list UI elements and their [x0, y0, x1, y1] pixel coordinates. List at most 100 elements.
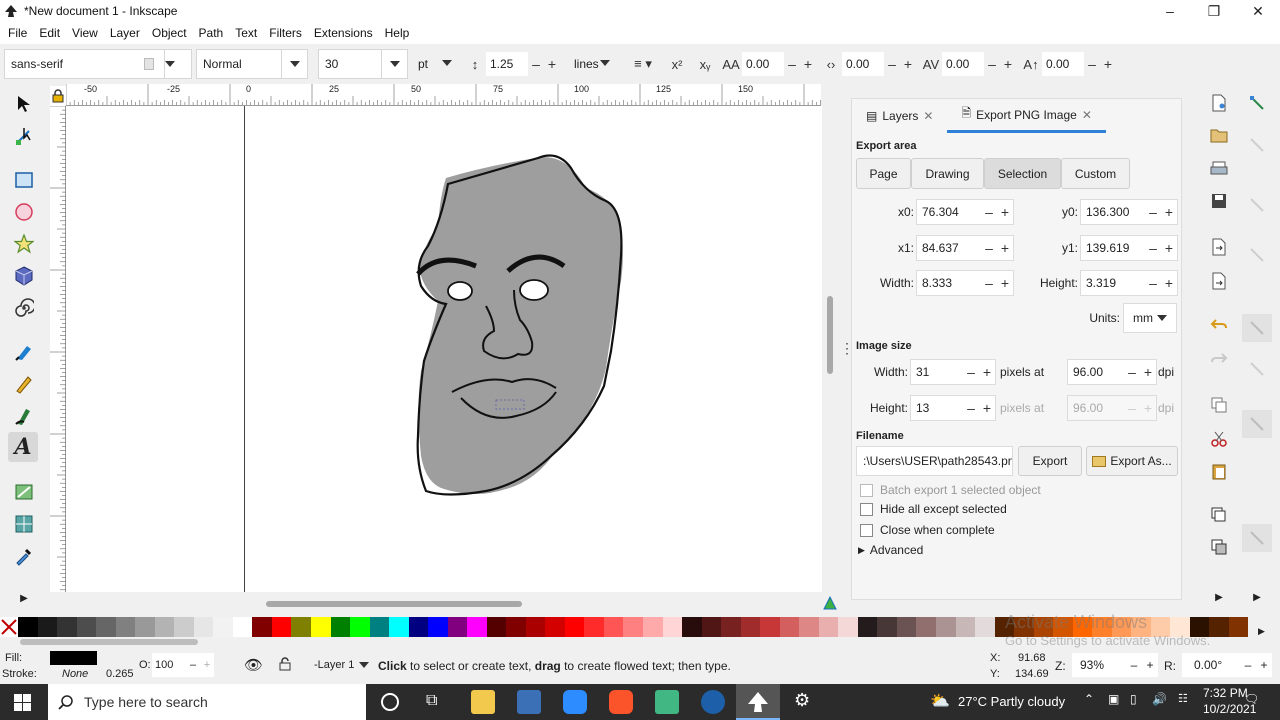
color-swatch[interactable]	[545, 617, 565, 637]
minimize-button[interactable]: –	[1148, 0, 1192, 22]
menu-path[interactable]: Path	[193, 26, 230, 40]
menu-file[interactable]: File	[2, 26, 33, 40]
color-swatch[interactable]	[408, 617, 429, 637]
line-spacing-spin[interactable]: 1.25 – +	[486, 49, 560, 79]
increment-button[interactable]: +	[1000, 56, 1016, 72]
decrement-button[interactable]: –	[1145, 275, 1161, 291]
close-window-button[interactable]: ✕	[1236, 0, 1280, 22]
image-width-value[interactable]: 31	[911, 365, 963, 379]
increment-button[interactable]: +	[200, 659, 214, 671]
cut-icon[interactable]	[1208, 428, 1230, 450]
ime-icon[interactable]: ☷	[1178, 692, 1188, 705]
export-as-button[interactable]: Export As...	[1086, 446, 1178, 476]
color-swatch[interactable]	[838, 617, 858, 637]
hide-all-checkbox[interactable]: Hide all except selected	[860, 502, 1007, 516]
clock-time[interactable]: 7:32 PM	[1203, 686, 1248, 700]
scrollbar-thumb[interactable]	[20, 639, 198, 645]
color-swatch[interactable]	[760, 617, 780, 637]
color-swatch[interactable]	[467, 617, 487, 637]
color-swatch[interactable]	[603, 617, 624, 637]
mesh-tool-icon[interactable]	[12, 512, 36, 536]
color-swatch[interactable]	[37, 617, 58, 637]
snap-midpoints-icon[interactable]	[1242, 314, 1272, 342]
zoom-app-icon[interactable]	[563, 690, 587, 714]
close-icon[interactable]: ✕	[923, 109, 933, 123]
decrement-button[interactable]: –	[963, 364, 979, 380]
x1-value[interactable]: 84.637	[917, 241, 981, 255]
height-value[interactable]: 3.319	[1081, 276, 1145, 290]
color-swatch[interactable]	[877, 617, 897, 637]
color-swatch[interactable]	[115, 617, 136, 637]
advanced-expander[interactable]: ▶ Advanced	[858, 543, 923, 557]
word-spacing-value[interactable]: 0.00	[842, 52, 884, 76]
page-button[interactable]: Page	[856, 158, 911, 189]
drawing-canvas[interactable]	[66, 106, 822, 592]
color-swatch[interactable]	[174, 617, 194, 637]
increment-button[interactable]: +	[1161, 240, 1177, 256]
settings-gear-icon[interactable]: ⚙	[794, 690, 810, 711]
layer-visibility-eye-icon[interactable]: 👁	[244, 656, 263, 674]
color-swatch[interactable]	[291, 617, 311, 637]
selection-button[interactable]: Selection	[984, 158, 1061, 189]
decrement-button[interactable]: –	[186, 659, 200, 671]
font-style-select[interactable]: Normal	[196, 49, 308, 79]
export-icon[interactable]	[1208, 270, 1230, 292]
menu-help[interactable]: Help	[379, 26, 416, 40]
font-family-field[interactable]: sans-serif	[4, 49, 164, 79]
width-field[interactable]: 8.333– +	[916, 270, 1014, 296]
font-size-select[interactable]: 30	[318, 49, 408, 79]
increment-button[interactable]: +	[544, 56, 560, 72]
node-tool-icon[interactable]	[12, 124, 36, 148]
increment-button[interactable]: +	[1161, 275, 1177, 291]
menu-filters[interactable]: Filters	[263, 26, 308, 40]
undo-icon[interactable]	[1208, 314, 1230, 336]
decrement-button[interactable]: –	[984, 56, 1000, 72]
vertical-shift-value[interactable]: 0.00	[1042, 52, 1084, 76]
decrement-button[interactable]: –	[1145, 204, 1161, 220]
color-swatch[interactable]	[916, 617, 936, 637]
ot-app-icon[interactable]	[655, 690, 679, 714]
decrement-button[interactable]: –	[1084, 56, 1100, 72]
color-swatch[interactable]	[447, 617, 468, 637]
menu-view[interactable]: View	[66, 26, 104, 40]
opacity-value[interactable]: 100	[152, 659, 186, 671]
brave-browser-icon[interactable]	[609, 690, 633, 714]
color-swatch[interactable]	[701, 617, 722, 637]
chevron-up-icon[interactable]: ⌃	[1084, 692, 1094, 706]
color-swatch[interactable]	[779, 617, 800, 637]
layer-lock-icon[interactable]	[279, 657, 291, 674]
spiral-tool-icon[interactable]	[12, 296, 36, 320]
no-paint-swatch[interactable]	[0, 617, 18, 637]
battery-icon[interactable]: ▯	[1130, 692, 1137, 706]
height-field[interactable]: 3.319– +	[1080, 270, 1178, 296]
color-swatch[interactable]	[57, 617, 77, 637]
increment-button[interactable]: +	[1140, 364, 1156, 380]
weather-icon[interactable]: ⛅	[930, 691, 950, 711]
file-explorer-icon[interactable]	[471, 690, 495, 714]
color-swatch[interactable]	[76, 617, 97, 637]
color-swatch[interactable]	[271, 617, 292, 637]
color-swatch[interactable]	[799, 617, 819, 637]
scrollbar-thumb[interactable]	[827, 296, 833, 374]
color-swatch[interactable]	[213, 617, 233, 637]
decrement-button[interactable]: –	[884, 56, 900, 72]
color-swatch[interactable]	[1228, 617, 1249, 637]
scrollbar-thumb[interactable]	[266, 601, 522, 607]
clone-icon[interactable]	[1208, 536, 1230, 558]
print-icon[interactable]	[1208, 158, 1230, 180]
increment-button[interactable]: +	[900, 56, 916, 72]
star-tool-icon[interactable]	[12, 232, 36, 256]
cortana-icon[interactable]	[381, 693, 399, 711]
y0-value[interactable]: 136.300	[1081, 205, 1145, 219]
y1-value[interactable]: 139.619	[1081, 241, 1145, 255]
volume-icon[interactable]: 🔊	[1152, 692, 1167, 706]
weather-text[interactable]: 27°C Partly cloudy	[958, 694, 1065, 709]
color-swatch[interactable]	[369, 617, 390, 637]
microsoft-store-icon[interactable]	[517, 690, 541, 714]
color-swatch[interactable]	[428, 617, 448, 637]
calligraphy-tool-icon[interactable]	[12, 404, 36, 428]
increment-button[interactable]: +	[1161, 204, 1177, 220]
line-spacing-value[interactable]: 1.25	[486, 52, 528, 76]
filename-input[interactable]: :\Users\USER\path28543.png	[856, 446, 1013, 476]
y1-field[interactable]: 139.619– +	[1080, 235, 1178, 261]
